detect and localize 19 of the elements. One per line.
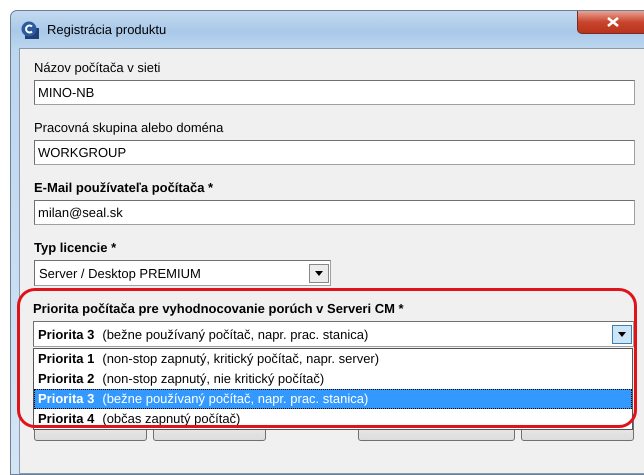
field-label: Názov počítača v sieti (34, 59, 162, 77)
dropdown-option[interactable]: Priorita 2 (non-stop zapnutý, nie kritický počítač) (34, 369, 632, 389)
dropdown-option[interactable]: Priorita 1 (non-stop zapnutý, kritický počítač, napr. server) (34, 349, 632, 369)
license-dropdown[interactable]: Server / Desktop PREMIUM (34, 260, 331, 286)
text-field[interactable]: milan@seal.sk (34, 200, 635, 225)
window-title: Registrácia produktu (47, 22, 166, 37)
field-label: Typ licencie * (34, 239, 118, 257)
dropdown-arrow-icon (315, 270, 323, 276)
field-label: E-Mail používateľa počítača * (34, 179, 214, 197)
text-field[interactable]: WORKGROUP (34, 140, 635, 165)
dropdown-option[interactable]: Priorita 4 (občas zapnutý počítač) (34, 409, 632, 429)
field-label: Pracovná skupina alebo doména (34, 119, 224, 137)
text-field[interactable]: MINO-NB (34, 80, 635, 105)
field-label: Priorita počítača pre vyhodnocovanie porúch v Serveri CM * (33, 300, 405, 318)
dropdown-arrow-icon (618, 332, 626, 336)
priority-dropdown[interactable]: Priorita 3 (bežne používaný počítač, napr. prac. stanica) (33, 321, 634, 347)
close-icon (607, 17, 619, 27)
app-logo-icon (21, 20, 39, 38)
close-button[interactable] (577, 11, 644, 34)
